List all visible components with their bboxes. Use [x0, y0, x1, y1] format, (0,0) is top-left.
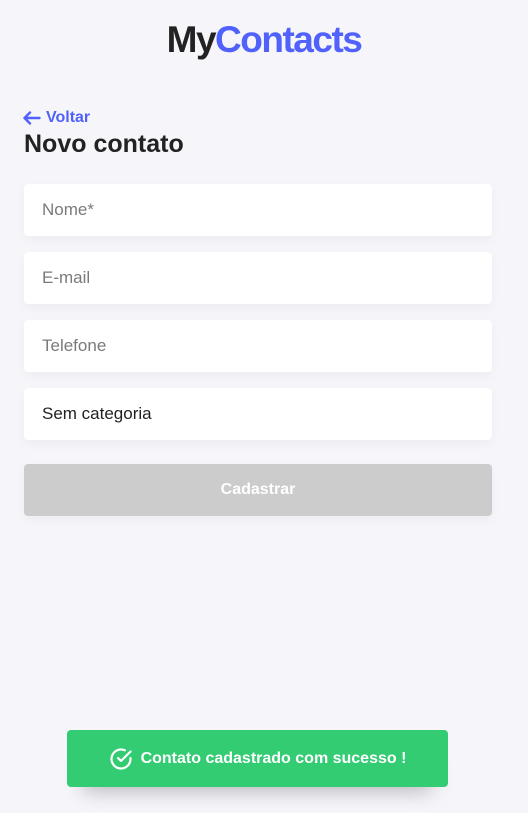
- arrow-left-icon: [22, 111, 41, 125]
- toast-message: Contato cadastrado com sucesso !: [140, 749, 407, 767]
- email-field[interactable]: [24, 252, 492, 304]
- logo-text-contacts: Contacts: [215, 19, 363, 60]
- logo-text-my: My: [166, 19, 217, 60]
- back-link-label: Voltar: [46, 109, 91, 126]
- name-field[interactable]: [24, 184, 492, 236]
- category-selected-value: Sem categoria: [42, 404, 152, 423]
- check-circle-icon: [109, 747, 133, 771]
- category-select[interactable]: Sem categoria: [24, 388, 492, 440]
- submit-button[interactable]: Cadastrar: [24, 464, 492, 516]
- phone-field[interactable]: [24, 320, 492, 372]
- app-logo: MyContacts: [0, 20, 528, 60]
- success-toast[interactable]: Contato cadastrado com sucesso !: [67, 730, 448, 787]
- page-title: Novo contato: [24, 130, 184, 158]
- back-link[interactable]: Voltar: [22, 109, 90, 127]
